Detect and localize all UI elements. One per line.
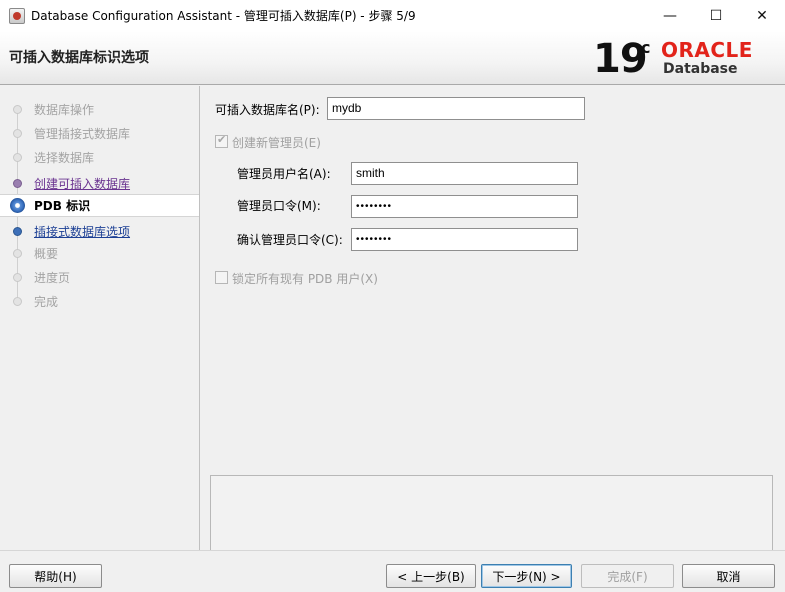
step-dot-icon (13, 227, 22, 236)
oracle-logo: 19 c ORACLE Database (593, 36, 773, 82)
create-admin-checkbox[interactable] (215, 133, 228, 148)
brand-product: Database (663, 61, 738, 77)
step-label[interactable]: 创建可插入数据库 (34, 175, 130, 192)
header-banner: 可插入数据库标识选项 19 c ORACLE Database (0, 31, 785, 85)
close-button[interactable]: ✕ (739, 0, 785, 31)
brand-version: 19 (593, 36, 648, 82)
cancel-button[interactable]: 取消 (682, 564, 775, 588)
brand-name: ORACLE (661, 38, 753, 62)
page-title: 可插入数据库标识选项 (9, 50, 149, 66)
step-dot-icon (13, 153, 22, 162)
step-progress: 进度页 (0, 266, 199, 289)
confirm-password-input[interactable]: •••••••• (351, 228, 578, 251)
lock-users-checkbox[interactable] (215, 271, 228, 284)
create-admin-label: 创建新管理员(E) (232, 136, 321, 150)
step-label[interactable]: 插接式数据库选项 (34, 223, 130, 240)
step-dot-icon (13, 179, 22, 188)
app-icon (9, 7, 25, 24)
pdb-name-input[interactable]: mydb (327, 97, 585, 120)
step-label: 完成 (34, 295, 59, 309)
back-button[interactable]: < 上一步(B) (386, 564, 476, 588)
step-dot-icon (13, 249, 22, 258)
step-database-operation: 数据库操作 (0, 98, 199, 121)
finish-button: 完成(F) (581, 564, 674, 588)
step-label: 管理插接式数据库 (34, 127, 131, 141)
step-label: 选择数据库 (34, 151, 95, 165)
step-dot-icon (13, 297, 22, 306)
step-label: 数据库操作 (34, 103, 95, 117)
message-area (210, 475, 773, 551)
step-manage-pluggable-db: 管理插接式数据库 (0, 122, 199, 145)
step-finish: 完成 (0, 290, 199, 313)
step-pdb-identity: PDB 标识 (0, 194, 199, 217)
help-button[interactable]: 帮助(H) (9, 564, 102, 588)
step-label: 概要 (34, 247, 59, 261)
lock-users-label: 锁定所有现有 PDB 用户(X) (232, 272, 378, 286)
step-pluggable-db-options[interactable]: 插接式数据库选项 (0, 220, 199, 243)
maximize-button[interactable]: ☐ (693, 0, 739, 31)
step-create-pluggable-db[interactable]: 创建可插入数据库 (0, 172, 199, 195)
step-label: 进度页 (34, 271, 71, 285)
brand-version-suffix: c (641, 38, 651, 57)
step-dot-icon (13, 273, 22, 282)
window-controls: — ☐ ✕ (647, 0, 785, 31)
step-dot-icon (13, 129, 22, 138)
step-summary: 概要 (0, 242, 199, 265)
confirm-password-label: 确认管理员口令(C): (237, 233, 343, 247)
admin-password-input[interactable]: •••••••• (351, 195, 578, 218)
pdb-name-label: 可插入数据库名(P): (215, 103, 320, 117)
minimize-button[interactable]: — (647, 0, 693, 31)
next-button[interactable]: 下一步(N) > (481, 564, 572, 588)
window-title: Database Configuration Assistant - 管理可插入… (31, 9, 416, 23)
step-select-database: 选择数据库 (0, 146, 199, 169)
admin-user-input[interactable]: smith (351, 162, 578, 185)
admin-password-label: 管理员口令(M): (237, 199, 321, 213)
step-label: PDB 标识 (34, 199, 91, 213)
main-panel: 可插入数据库名(P): mydb 创建新管理员(E) 管理员用户名(A): sm… (201, 86, 785, 551)
button-bar: 帮助(H) < 上一步(B) 下一步(N) > 完成(F) 取消 (0, 550, 785, 592)
step-current-icon (10, 198, 25, 213)
step-navigation: 数据库操作 管理插接式数据库 选择数据库 创建可插入数据库 PDB 标识 插接式… (0, 86, 200, 550)
admin-user-label: 管理员用户名(A): (237, 167, 331, 181)
step-dot-icon (13, 105, 22, 114)
title-bar: Database Configuration Assistant - 管理可插入… (0, 0, 785, 31)
